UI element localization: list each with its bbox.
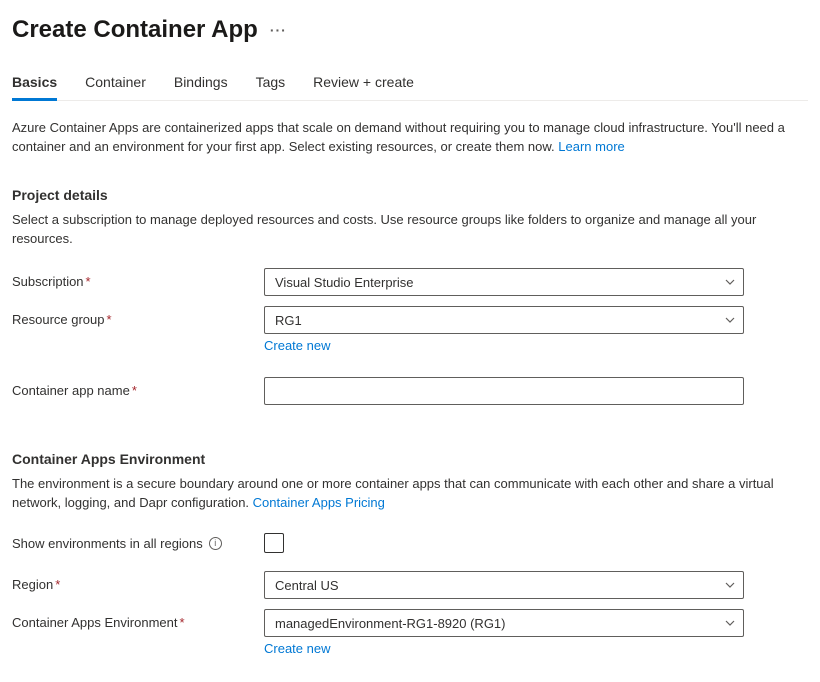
create-new-rg-link[interactable]: Create new: [264, 338, 330, 353]
region-value: Central US: [275, 578, 339, 593]
create-new-env-link[interactable]: Create new: [264, 641, 330, 656]
info-icon[interactable]: i: [209, 537, 222, 550]
container-app-name-input[interactable]: [264, 377, 744, 405]
tab-container[interactable]: Container: [85, 68, 146, 100]
pricing-link[interactable]: Container Apps Pricing: [253, 495, 385, 510]
environment-label: Container Apps Environment*: [12, 609, 264, 630]
environment-desc: The environment is a secure boundary aro…: [12, 475, 808, 513]
tab-basics[interactable]: Basics: [12, 68, 57, 100]
region-select[interactable]: Central US: [264, 571, 744, 599]
environment-value: managedEnvironment-RG1-8920 (RG1): [275, 616, 506, 631]
resource-group-label: Resource group*: [12, 306, 264, 327]
more-icon[interactable]: ···: [270, 22, 287, 38]
subscription-select[interactable]: Visual Studio Enterprise: [264, 268, 744, 296]
show-all-regions-label: Show environments in all regions: [12, 536, 203, 551]
project-details-heading: Project details: [12, 187, 808, 203]
container-app-name-label: Container app name*: [12, 377, 264, 398]
show-all-regions-checkbox[interactable]: [264, 533, 284, 553]
page-title: Create Container App: [12, 16, 258, 44]
environment-heading: Container Apps Environment: [12, 451, 808, 467]
environment-select[interactable]: managedEnvironment-RG1-8920 (RG1): [264, 609, 744, 637]
subscription-label: Subscription*: [12, 268, 264, 289]
project-details-desc: Select a subscription to manage deployed…: [12, 211, 808, 249]
resource-group-value: RG1: [275, 313, 302, 328]
tab-review-create[interactable]: Review + create: [313, 68, 414, 100]
tab-tags[interactable]: Tags: [256, 68, 286, 100]
intro-paragraph: Azure Container Apps are containerized a…: [12, 119, 808, 157]
tab-strip: Basics Container Bindings Tags Review + …: [12, 68, 808, 101]
intro-text: Azure Container Apps are containerized a…: [12, 120, 785, 154]
learn-more-link[interactable]: Learn more: [558, 139, 624, 154]
resource-group-select[interactable]: RG1: [264, 306, 744, 334]
region-label: Region*: [12, 571, 264, 592]
tab-bindings[interactable]: Bindings: [174, 68, 228, 100]
subscription-value: Visual Studio Enterprise: [275, 275, 414, 290]
